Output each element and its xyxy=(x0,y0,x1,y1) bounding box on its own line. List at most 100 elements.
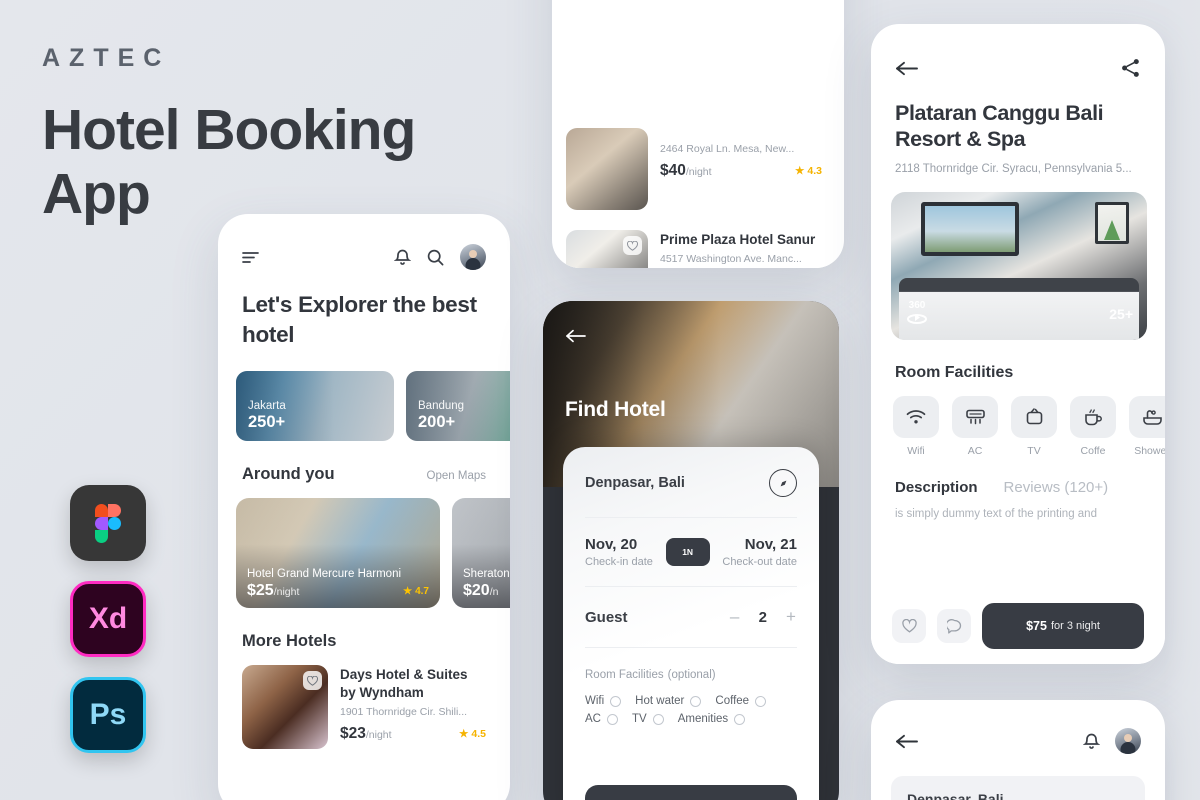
checkout-date[interactable]: Nov, 21 Check-out date xyxy=(722,536,797,568)
city-count: 200+ xyxy=(418,413,456,432)
hotel-list-item[interactable]: 2464 Royal Ln. Mesa, New... $40/night ★ … xyxy=(566,118,830,220)
room-facilities-filter: Room Facilities (optional) Wifi Hot wate… xyxy=(585,648,797,725)
facility-checkbox-wifi[interactable]: Wifi xyxy=(585,695,622,707)
back-arrow-icon[interactable] xyxy=(895,734,919,749)
hotel-list-item[interactable]: Prime Plaza Hotel Sanur 4517 Washington … xyxy=(566,220,830,268)
book-now-button[interactable]: $75 for 3 night xyxy=(982,603,1144,649)
facility-wifi[interactable]: Wifi xyxy=(893,396,939,457)
radio-icon xyxy=(755,695,767,707)
hotel-thumbnail xyxy=(566,128,648,210)
adobe-xd-icon[interactable]: Xd xyxy=(70,581,146,657)
hotel-name: Hotel Grand Mercure Harmoni xyxy=(247,568,402,581)
hotel-name: Prime Plaza Hotel Sanur xyxy=(660,232,816,247)
hotel-detail-screen: Plataran Canggu Bali Resort & Spa 2118 T… xyxy=(871,24,1165,664)
hotel-address: 2464 Royal Ln. Mesa, New... xyxy=(660,143,795,155)
nearby-hotel-card[interactable]: Hotel Grand Mercure Harmoni $25/night ★ … xyxy=(236,498,440,609)
hotel-address: 1901 Thornridge Cir. Shili... xyxy=(340,706,468,718)
facility-checkbox-ac[interactable]: AC xyxy=(585,713,618,725)
search-icon[interactable] xyxy=(427,249,444,266)
ac-icon xyxy=(965,410,985,425)
menu-icon[interactable] xyxy=(242,251,260,263)
facility-checkbox-tv[interactable]: TV xyxy=(632,713,664,725)
star-icon: ★ xyxy=(794,165,805,177)
more-hotels-section-header: More Hotels xyxy=(218,608,510,651)
back-arrow-icon[interactable] xyxy=(895,61,919,76)
booking-bar: $75 for 3 night xyxy=(871,588,1165,664)
guest-increment-button[interactable]: + xyxy=(785,607,797,627)
hotel-photo[interactable]: 360 25+ xyxy=(891,192,1147,341)
date-range-field[interactable]: Nov, 20 Check-in date 1N Nov, 21 Check-o… xyxy=(585,518,797,587)
checkin-value: Nov, 20 xyxy=(585,536,638,553)
description-text: is simply dummy text of the printing and xyxy=(895,508,1097,521)
location-input[interactable]: Denpasar, Bali xyxy=(891,776,1145,800)
facility-label: Shower xyxy=(1134,445,1165,458)
figma-icon[interactable] xyxy=(70,485,146,561)
section-title: Around you xyxy=(242,465,335,484)
view-360-badge[interactable]: 360 xyxy=(905,301,929,328)
favorite-heart-icon[interactable] xyxy=(623,236,642,255)
favorite-heart-icon[interactable] xyxy=(303,671,322,691)
favorite-button[interactable] xyxy=(892,609,926,643)
intro-panel: AZTEC Hotel Booking App xyxy=(42,44,472,227)
share-icon[interactable] xyxy=(1121,58,1141,78)
bed-graphic xyxy=(899,278,1139,341)
guest-decrement-button[interactable]: – xyxy=(729,607,741,627)
adobe-photoshop-icon[interactable]: Ps xyxy=(70,677,146,753)
wall-art-graphic xyxy=(1095,202,1129,245)
city-name: Jakarta xyxy=(248,400,286,413)
facility-label: Coffe xyxy=(1080,445,1106,458)
tab-reviews[interactable]: Reviews (120+) xyxy=(1004,479,1109,496)
checkin-date[interactable]: Nov, 20 Check-in date xyxy=(585,536,653,568)
hotel-rating: ★ 4.5 xyxy=(458,728,486,740)
facilities-list: Wifi AC TV Coffe Showe xyxy=(871,382,1165,457)
avatar[interactable] xyxy=(1115,728,1141,754)
nights-badge: 1N xyxy=(665,538,710,566)
hotel-name: Sheraton xyxy=(463,568,510,581)
hotel-price: $40/night xyxy=(660,162,712,179)
search-button[interactable]: Search xyxy=(585,785,797,800)
hotel-list-item[interactable]: Days Hotel & Suites by Wyndham 1901 Thor… xyxy=(218,651,510,750)
secondary-search-screen: Denpasar, Bali xyxy=(871,700,1165,800)
location-field[interactable]: Denpasar, Bali xyxy=(585,447,797,518)
facility-checkbox-coffee[interactable]: Coffee xyxy=(715,695,767,707)
location-value: Denpasar, Bali xyxy=(585,475,685,491)
hotel-results-card: 2464 Royal Ln. Mesa, New... $40/night ★ … xyxy=(552,0,844,268)
hotel-thumbnail xyxy=(242,665,328,750)
facilities-title: Room Facilities xyxy=(895,364,1014,382)
window-graphic xyxy=(921,202,1019,257)
hotel-thumbnail xyxy=(566,230,648,268)
home-headline: Let's Explorer the best hotel xyxy=(242,292,477,347)
avatar[interactable] xyxy=(460,244,486,270)
figma-glyph xyxy=(95,504,121,543)
city-name: Bandung xyxy=(418,400,465,413)
tv-icon xyxy=(1026,408,1042,425)
facility-checkbox-amenities[interactable]: Amenities xyxy=(678,713,746,725)
facility-checkbox-hot-water[interactable]: Hot water xyxy=(635,695,702,707)
tab-description[interactable]: Description xyxy=(895,479,978,496)
back-arrow-icon[interactable] xyxy=(565,329,587,343)
facility-tv[interactable]: TV xyxy=(1011,396,1057,457)
facility-ac[interactable]: AC xyxy=(952,396,998,457)
bell-icon[interactable] xyxy=(394,248,411,266)
guest-stepper: Guest – 2 + xyxy=(585,587,797,648)
facility-shower[interactable]: Shower xyxy=(1129,396,1165,457)
facilities-optional: (optional) xyxy=(667,669,716,681)
cta-subtitle: for 3 night xyxy=(1050,620,1100,632)
checkin-label: Check-in date xyxy=(585,556,653,568)
city-card-jakarta[interactable]: Jakarta 250+ xyxy=(236,371,394,442)
guest-label: Guest xyxy=(585,608,628,626)
radio-icon xyxy=(606,713,618,725)
nearby-hotel-card[interactable]: Sheraton $20/n xyxy=(452,498,510,609)
around-you-section-header: Around you Open Maps xyxy=(218,441,510,484)
photo-count-badge[interactable]: 25+ xyxy=(1109,306,1133,322)
city-card-bandung[interactable]: Bandung 200+ xyxy=(406,371,510,442)
city-count: 250+ xyxy=(248,413,286,432)
open-maps-link[interactable]: Open Maps xyxy=(427,470,486,482)
hotel-address: 4517 Washington Ave. Manc... xyxy=(660,252,802,265)
chat-button[interactable] xyxy=(937,609,971,643)
section-title: More Hotels xyxy=(242,632,337,651)
compass-icon[interactable] xyxy=(769,469,797,497)
screen-title: Find Hotel xyxy=(565,398,666,421)
bell-icon[interactable] xyxy=(1083,732,1100,750)
facility-coffee[interactable]: Coffe xyxy=(1070,396,1116,457)
